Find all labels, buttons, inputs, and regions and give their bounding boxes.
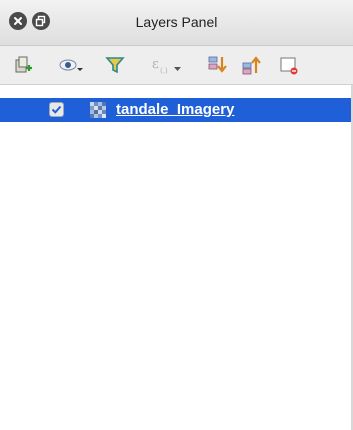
svg-text:(.): (.)	[160, 67, 168, 75]
layers-toolbar: ε (.)	[0, 46, 353, 85]
filter-icon[interactable]	[104, 54, 126, 76]
layer-visibility-checkbox[interactable]	[49, 102, 64, 117]
collapse-all-icon[interactable]	[240, 54, 262, 76]
expand-all-icon[interactable]	[206, 54, 228, 76]
raster-layer-icon	[90, 102, 106, 118]
panel-title: Layers Panel	[135, 14, 218, 30]
layer-row-tandale-imagery[interactable]: tandale_Imagery	[0, 98, 351, 122]
layer-name: tandale_Imagery	[116, 101, 235, 118]
remove-layer-icon[interactable]	[278, 54, 300, 76]
svg-text:ε: ε	[152, 57, 159, 72]
layer-tree: tandale_Imagery	[0, 85, 353, 430]
layers-panel: Layers Panel ε (.) tandale_Imagery	[0, 0, 353, 430]
visibility-eye-icon[interactable]	[58, 54, 83, 76]
add-group-icon[interactable]	[12, 54, 34, 76]
title-bar: Layers Panel	[0, 0, 353, 46]
filter-expression-icon[interactable]: ε (.)	[150, 54, 184, 76]
